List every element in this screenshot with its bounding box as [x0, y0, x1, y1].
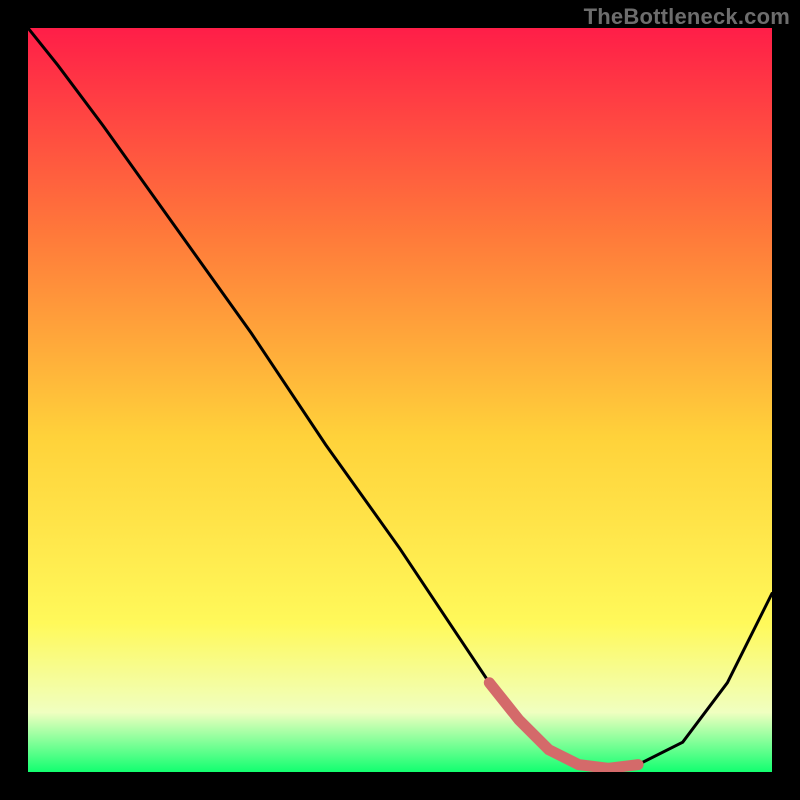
watermark-text: TheBottleneck.com [584, 4, 790, 30]
chart-frame: TheBottleneck.com [0, 0, 800, 800]
gradient-background [28, 28, 772, 772]
plot-area [28, 28, 772, 772]
chart-svg [28, 28, 772, 772]
